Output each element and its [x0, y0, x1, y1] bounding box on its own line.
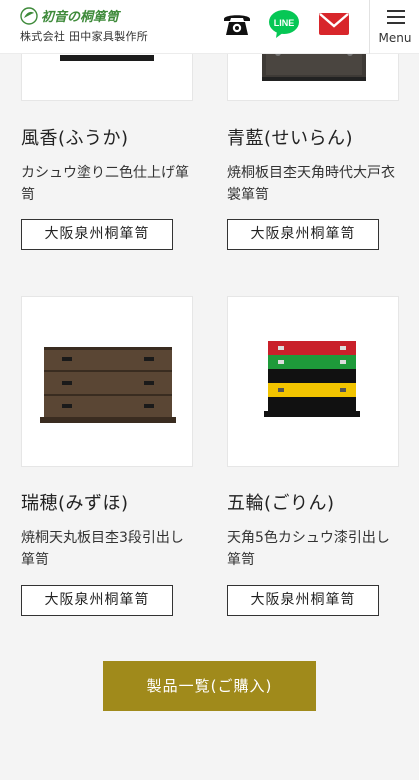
leaf-logo-icon	[20, 6, 38, 25]
company-name: 株式会社 田中家具製作所	[20, 30, 149, 43]
chest-image	[40, 347, 176, 423]
product-description: 焼桐板目杢天角時代大戸衣裳箪笥	[227, 165, 395, 203]
phone-button[interactable]	[221, 9, 253, 39]
hamburger-icon	[387, 10, 405, 28]
product-tag[interactable]: 大阪泉州桐箪笥	[21, 219, 173, 250]
mail-button[interactable]	[318, 9, 350, 39]
line-icon: LINE	[269, 10, 299, 38]
line-button[interactable]: LINE	[268, 9, 300, 39]
product-name[interactable]: 五輪(ごりん)	[227, 489, 335, 515]
product-name[interactable]: 青藍(せいらん)	[227, 124, 353, 150]
product-list-button[interactable]: 製品一覧(ご購入)	[103, 661, 316, 711]
product-name[interactable]: 風香(ふうか)	[21, 124, 129, 150]
product-description: カシュウ塗り二色仕上げ箪笥	[21, 165, 189, 203]
product-tag[interactable]: 大阪泉州桐箪笥	[21, 585, 173, 616]
line-label: LINE	[274, 18, 295, 28]
menu-label: Menu	[378, 31, 412, 45]
page: 初音の桐箪笥 株式会社 田中家具製作所 LINE Menu 風香(ふうか) カシ…	[0, 0, 419, 780]
product-image[interactable]	[21, 296, 193, 467]
product-description: 焼桐天丸板目杢3段引出し箪笥	[21, 530, 184, 568]
logo-title: 初音の桐箪笥	[41, 10, 120, 25]
product-name[interactable]: 瑞穂(みずほ)	[21, 489, 129, 515]
mail-icon	[319, 13, 349, 35]
product-description: 天角5色カシュウ漆引出し箪笥	[227, 530, 390, 568]
product-tag[interactable]: 大阪泉州桐箪笥	[227, 585, 379, 616]
phone-icon	[224, 15, 250, 35]
chest-image	[264, 341, 360, 417]
product-tag[interactable]: 大阪泉州桐箪笥	[227, 219, 379, 250]
site-logo[interactable]: 初音の桐箪笥 株式会社 田中家具製作所	[20, 6, 148, 44]
site-header: 初音の桐箪笥 株式会社 田中家具製作所 LINE Menu	[0, 0, 419, 54]
menu-button[interactable]: Menu	[369, 0, 419, 54]
product-image[interactable]	[227, 296, 399, 467]
